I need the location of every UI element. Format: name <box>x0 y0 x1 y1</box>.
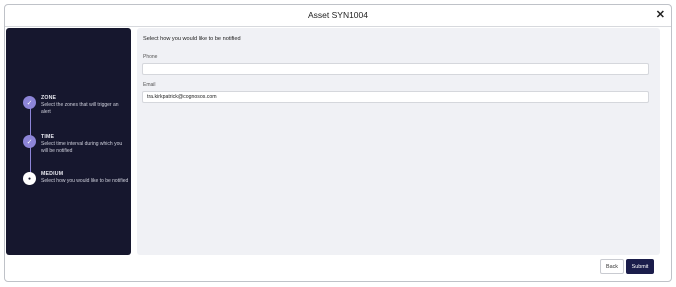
back-button[interactable]: Back <box>600 259 624 274</box>
step-label: ZONE <box>41 95 57 101</box>
dialog-title-bar: Asset SYN1004 ✕ <box>5 5 671 27</box>
current-step-dot-icon: ● <box>23 172 36 185</box>
check-icon: ✓ <box>23 135 36 148</box>
notification-form: Select how you would like to be notified… <box>137 28 660 255</box>
step-label: MEDIUM <box>41 171 64 177</box>
submit-button[interactable]: Submit <box>626 259 654 274</box>
step-description: Select the zones that will trigger an al… <box>41 102 119 115</box>
email-input[interactable] <box>142 91 649 103</box>
stepper-panel: ✓ ZONE Select the zones that will trigge… <box>6 28 131 255</box>
phone-input[interactable] <box>142 63 649 75</box>
email-label: Email <box>143 82 156 88</box>
step-description: Select time interval during which you wi… <box>41 141 123 154</box>
check-icon: ✓ <box>23 96 36 109</box>
dialog-title: Asset SYN1004 <box>307 10 368 20</box>
phone-label: Phone <box>143 54 158 60</box>
step-description: Select how you would like to be notified <box>41 178 129 184</box>
close-icon[interactable]: ✕ <box>656 8 665 22</box>
form-heading: Select how you would like to be notified <box>143 36 241 42</box>
step-label: TIME <box>41 134 55 140</box>
